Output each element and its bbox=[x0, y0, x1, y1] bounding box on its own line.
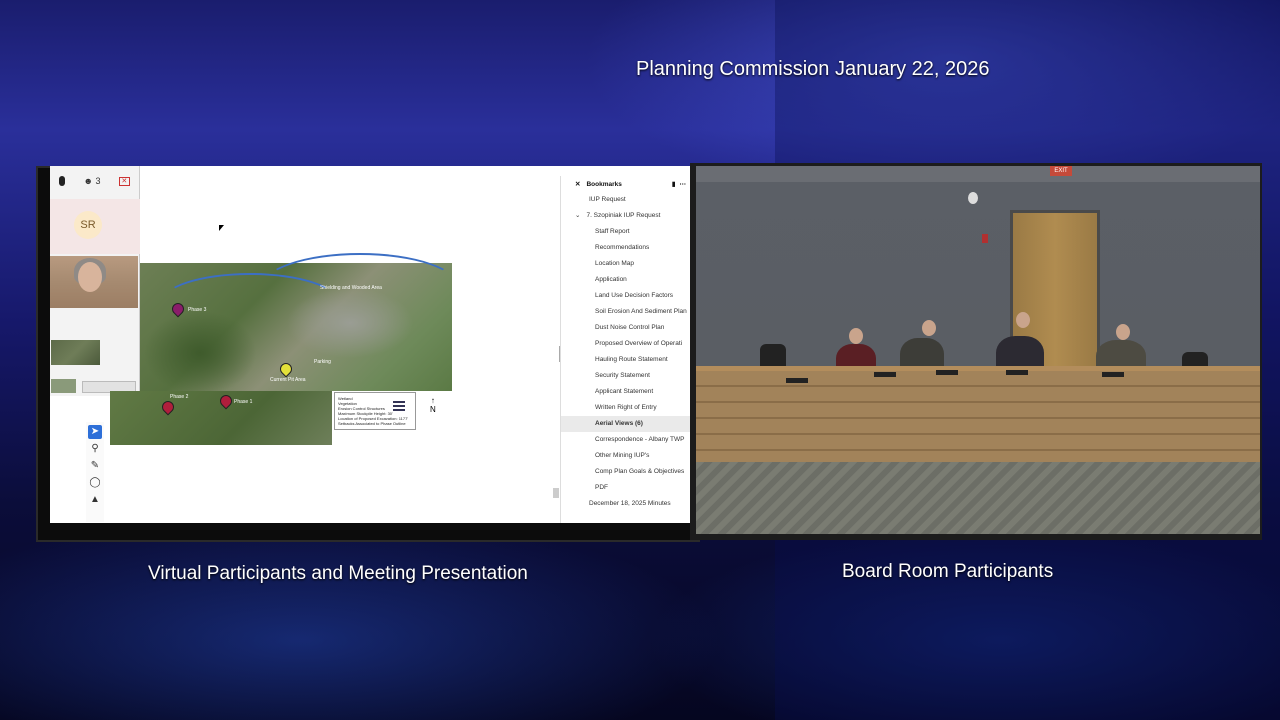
participant-toolbar: ☻ 3 ✕ bbox=[50, 166, 139, 196]
page-title: Planning Commission January 22, 2026 bbox=[636, 58, 990, 80]
bookmark-item[interactable]: Hauling Route Statement bbox=[561, 352, 690, 368]
board-room-video: EXIT bbox=[696, 166, 1260, 534]
pen-tool-icon[interactable]: ✎ bbox=[88, 459, 102, 473]
current-pit-pin bbox=[277, 360, 295, 378]
mic-icon[interactable] bbox=[59, 176, 66, 186]
bookmark-item[interactable]: December 18, 2025 Minutes bbox=[561, 496, 690, 512]
nameplate bbox=[1102, 372, 1124, 377]
page-thumbnail[interactable] bbox=[51, 379, 76, 393]
presentation-screen: ☻ 3 ✕ SR Shielding and Wooded Area Parki… bbox=[50, 166, 690, 523]
bookmark-item[interactable]: ⌄ 7. Szopiniak IUP Request bbox=[561, 208, 690, 224]
map-label-phase1: Phase 1 bbox=[234, 399, 253, 405]
bookmark-item-selected[interactable]: Aerial Views (6) bbox=[561, 416, 690, 432]
phase-1-pin bbox=[217, 392, 235, 410]
bookmark-item[interactable]: Staff Report bbox=[561, 224, 690, 240]
collapse-icon[interactable]: ✕ bbox=[575, 180, 580, 188]
board-member-head bbox=[1016, 312, 1030, 328]
dais bbox=[696, 371, 1260, 471]
participants-icon[interactable]: ☻ 3 bbox=[83, 176, 100, 186]
bookmark-item[interactable]: Dust Noise Control Plan bbox=[561, 320, 690, 336]
bookmark-item[interactable]: Land Use Decision Factors bbox=[561, 288, 690, 304]
exit-sign: EXIT bbox=[1050, 166, 1072, 176]
stamp-tool-icon[interactable]: ▲ bbox=[88, 493, 102, 507]
bookmark-item[interactable]: IUP Request bbox=[561, 192, 690, 208]
nameplate bbox=[936, 370, 958, 375]
bookmarks-header: ✕ Bookmarks ▮ ⋯ bbox=[561, 176, 690, 192]
map-label-current-pit: Current Pit Area bbox=[270, 377, 306, 383]
fire-alarm bbox=[982, 234, 988, 243]
caption-board-room: Board Room Participants bbox=[842, 561, 1054, 582]
aerial-map: Shielding and Wooded Area Parking Phase … bbox=[140, 253, 460, 391]
map-label-phase2: Phase 2 bbox=[170, 394, 189, 400]
bookmark-item[interactable]: PDF bbox=[561, 480, 690, 496]
carpet bbox=[696, 462, 1260, 534]
nameplate bbox=[874, 372, 896, 377]
cursor-icon bbox=[219, 225, 224, 231]
avatar: SR bbox=[74, 211, 102, 239]
expand-icon[interactable]: ⌄ bbox=[575, 212, 580, 219]
map-legend: Wetland Vegetation Erosion Control Struc… bbox=[334, 392, 416, 430]
bookmark-item[interactable]: Recommendations bbox=[561, 240, 690, 256]
bookmark-item-label: 7. Szopiniak IUP Request bbox=[586, 212, 661, 219]
lasso-tool-icon[interactable]: ◯ bbox=[88, 476, 102, 490]
bookmarks-panel: ✕ Bookmarks ▮ ⋯ IUP Request ⌄ 7. Szopinia… bbox=[560, 176, 690, 523]
participant-tile-sr[interactable]: SR bbox=[50, 199, 140, 254]
nameplate bbox=[786, 378, 808, 383]
aerial-map-lower: Phase 2 Phase 1 bbox=[110, 391, 332, 445]
bookmark-item[interactable]: Soil Erosion And Sediment Plan bbox=[561, 304, 690, 320]
bookmark-icon[interactable]: ▮ bbox=[672, 180, 676, 188]
map-label-phase3: Phase 3 bbox=[188, 307, 207, 313]
participant-count: 3 bbox=[95, 176, 101, 186]
bookmark-item[interactable]: Proposed Overview of Operati bbox=[561, 336, 690, 352]
nameplate bbox=[1006, 370, 1028, 375]
phase-2-pin bbox=[159, 398, 177, 416]
north-arrow-icon: ↑ N bbox=[430, 396, 436, 414]
bookmark-item[interactable]: Application bbox=[561, 272, 690, 288]
bookmark-item[interactable]: Security Statement bbox=[561, 368, 690, 384]
caption-virtual: Virtual Participants and Meeting Present… bbox=[148, 563, 528, 584]
close-icon[interactable]: ✕ bbox=[118, 176, 130, 186]
bookmarks-title: Bookmarks bbox=[586, 180, 622, 188]
more-icon[interactable]: ⋯ bbox=[680, 180, 687, 188]
bookmark-item[interactable]: Comp Plan Goals & Objectives bbox=[561, 464, 690, 480]
annotation-toolbar: ➤ ⚲ ✎ ◯ ▲ bbox=[86, 422, 104, 522]
select-tool-icon[interactable]: ➤ bbox=[88, 425, 102, 439]
participant-face bbox=[78, 262, 102, 292]
page-thumbnail[interactable] bbox=[51, 340, 100, 365]
legend-swatch bbox=[393, 401, 405, 411]
participant-video-tile[interactable] bbox=[50, 256, 138, 308]
scrollbar-thumb[interactable] bbox=[553, 488, 559, 498]
zoom-tool-icon[interactable]: ⚲ bbox=[88, 442, 102, 456]
map-label-shielding: Shielding and Wooded Area bbox=[320, 285, 382, 291]
north-label: N bbox=[430, 405, 436, 414]
board-member-head bbox=[849, 328, 863, 344]
map-label-parking: Parking bbox=[314, 359, 331, 365]
bookmark-item[interactable]: Location Map bbox=[561, 256, 690, 272]
bookmark-item[interactable]: Other Mining IUP's bbox=[561, 448, 690, 464]
legend-line: Setbacks Associated to Phase Outline bbox=[338, 421, 406, 426]
virtual-participants-panel: ☻ 3 ✕ SR bbox=[50, 166, 140, 396]
bookmark-item[interactable]: Applicant Statement bbox=[561, 384, 690, 400]
bookmark-item[interactable]: Correspondence - Albany TWP bbox=[561, 432, 690, 448]
bookmark-item[interactable]: Written Right of Entry bbox=[561, 400, 690, 416]
board-member-head bbox=[922, 320, 936, 336]
ceiling bbox=[696, 166, 1260, 182]
board-member-head bbox=[1116, 324, 1130, 340]
security-camera bbox=[968, 192, 978, 204]
